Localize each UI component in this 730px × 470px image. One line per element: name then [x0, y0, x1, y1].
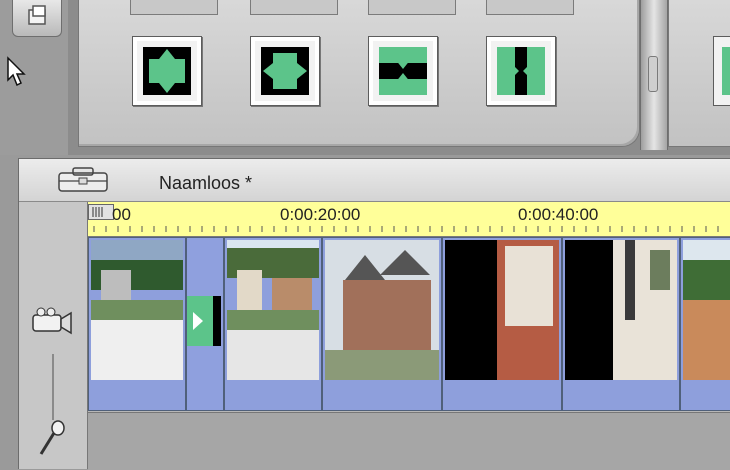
ruler-label-40s: 0:00:40:00: [518, 205, 599, 224]
clip-thumbnail-street: [91, 240, 183, 380]
transition-expand-vertical-icon: [143, 47, 191, 95]
clip-thumbnail-field: [683, 240, 730, 380]
clip-thumbnail-castle: [325, 240, 439, 380]
transition-split-vertical-icon: [379, 47, 427, 95]
transition-thumb-split-vertical[interactable]: [368, 36, 438, 106]
transition-block[interactable]: [186, 237, 224, 411]
tool-icon: [28, 5, 46, 25]
video-clip[interactable]: [442, 237, 562, 411]
ruler-zoom-handle[interactable]: [88, 204, 114, 220]
camera-icon[interactable]: [31, 307, 73, 337]
transition-partial-icon: [722, 47, 730, 95]
transition-tab: [250, 0, 338, 15]
audio-track[interactable]: [88, 412, 730, 470]
clip-thumbnail-doorway: [565, 240, 677, 380]
tool-button[interactable]: [12, 0, 62, 37]
transition-thumb-partial[interactable]: [713, 36, 730, 106]
briefcase-icon[interactable]: [57, 167, 109, 193]
clip-thumbnail-plaque: [445, 240, 559, 380]
project-title: Naamloos *: [159, 173, 253, 193]
transition-collapse-horizontal-icon: [497, 47, 545, 95]
transition-thumb-collapse-horizontal[interactable]: [486, 36, 556, 106]
clip-thumbnail-village: [227, 240, 319, 380]
video-clip[interactable]: [562, 237, 680, 411]
transition-panel-right: [668, 0, 730, 147]
video-clip[interactable]: [88, 237, 186, 411]
transition-thumb-expand-vertical[interactable]: [132, 36, 202, 106]
track-connector-line: [52, 354, 54, 420]
ruler-label-start: 00: [112, 205, 131, 224]
transition-tab: [368, 0, 456, 15]
ruler-grip-icon: [92, 207, 103, 217]
transition-marker: [187, 296, 221, 346]
transition-tab: [486, 0, 574, 15]
timeline-panel: Naamloos * 00 0:00:20:00 0:00:40:00: [18, 158, 730, 470]
transition-thumb-expand-horizontal[interactable]: [250, 36, 320, 106]
ruler-ticks: [93, 226, 719, 232]
transition-expand-horizontal-icon: [261, 47, 309, 95]
microphone-icon[interactable]: [37, 420, 67, 460]
video-clip[interactable]: [224, 237, 322, 411]
track-header-column: [19, 202, 88, 469]
timeline-title-bar: Naamloos *: [19, 159, 730, 202]
transition-arrow-icon: [187, 296, 213, 346]
ruler-label-20s: 0:00:20:00: [280, 205, 361, 224]
timeline-ruler[interactable]: 00 0:00:20:00 0:00:40:00: [88, 202, 730, 237]
video-clip[interactable]: [680, 237, 730, 411]
transition-tab: [130, 0, 218, 15]
divider-handle[interactable]: [648, 56, 658, 92]
cursor-icon: [7, 56, 26, 87]
video-track[interactable]: [88, 237, 730, 411]
video-clip[interactable]: [322, 237, 442, 411]
